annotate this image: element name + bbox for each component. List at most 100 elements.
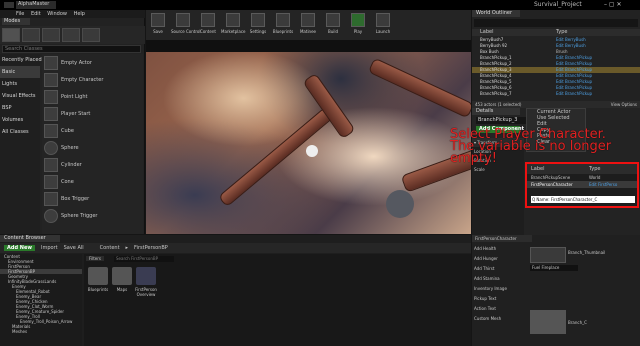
actor-list: Empty Actor Empty Character Point Light … [42,54,143,234]
add-new-button[interactable]: Add New [4,245,35,251]
modes-panel: Modes Search Classes Recently Placed Bas… [0,18,145,234]
label-column-header[interactable]: Label [480,29,556,36]
outliner-tab[interactable]: World Outliner [472,10,520,17]
player-start-icon [44,106,58,121]
breadcrumb-separator: ▸ [125,245,129,251]
empty-actor-icon [44,55,58,70]
class-search-input[interactable]: Search Classes [2,45,141,53]
play-button[interactable]: Play [346,13,370,40]
category-bsp[interactable]: BSP [0,102,40,114]
unreal-logo-icon [4,2,14,8]
breadcrumb-content[interactable]: Content [100,245,120,251]
outliner-search-input[interactable] [474,19,638,27]
content-icon [201,13,215,27]
character-icon [44,72,58,87]
actor-item[interactable]: Player Start [42,105,143,122]
actor-item[interactable]: Cone [42,173,143,190]
launch-button[interactable]: Launch [371,13,395,40]
source-control-icon [176,13,190,27]
category-all-classes[interactable]: All Classes [0,126,40,138]
picker-label-header[interactable]: Label [531,166,589,172]
filters-button[interactable]: Filters [86,256,104,261]
matinee-button[interactable]: Matinee [296,13,320,40]
tree-item[interactable]: Meshes [0,329,82,334]
folder-icon [112,267,132,285]
gear-icon [251,13,265,27]
geometry-mode-icon[interactable] [82,28,100,42]
place-mode-icon[interactable] [2,28,20,42]
level-tab[interactable]: AlphaMaster [16,1,56,9]
content-browser: Content Browser Add New Import Save All … [0,235,471,346]
menu-help[interactable]: Help [74,11,85,17]
menu-bar: File Edit Window Help [0,10,145,18]
actor-item[interactable]: Point Light [42,88,143,105]
picker-header: Label Type [527,164,637,174]
build-icon [326,13,340,27]
save-button[interactable]: Save [146,13,170,40]
view-options-button[interactable]: View Options [611,102,637,107]
point-light-icon [44,89,58,104]
actor-name-field[interactable]: BranchPickup_3 [476,117,526,124]
content-button[interactable]: Content [196,13,220,40]
actor-item[interactable]: Cube [42,122,143,139]
details-tab[interactable]: Details [472,108,520,115]
launch-icon [376,13,390,27]
first-person-character-row[interactable]: FirstPersonCharacter Edit FirstPerso [527,181,637,188]
picker-type-header[interactable]: Type [589,166,600,172]
source-control-button[interactable]: Source Control [171,13,200,40]
custom-mesh-thumbnail[interactable] [530,310,566,334]
menu-edit[interactable]: Edit [31,11,41,17]
type-column-header[interactable]: Type [556,29,567,36]
cylinder-icon [44,157,58,172]
import-button[interactable]: Import [41,245,58,251]
settings-button[interactable]: Settings [246,13,270,40]
sphere-trigger-icon [44,208,58,223]
modes-tab[interactable]: Modes [2,18,30,25]
category-volumes[interactable]: Volumes [0,114,40,126]
content-browser-tab[interactable]: Content Browser [0,235,60,242]
main-toolbar: Save Source Control Content Marketplace … [146,10,471,40]
window-controls[interactable]: – ▢ ✕ [604,1,622,8]
cone-icon [44,174,58,189]
blueprint-property-list: Add Health Add Hunger Add Thirst Add Sta… [474,246,507,321]
menu-file[interactable]: File [16,11,24,17]
outliner-footer: 453 actors (1 selected) View Options [472,101,640,108]
save-icon [151,13,165,27]
category-basic[interactable]: Basic [0,66,40,78]
actor-item[interactable]: Empty Actor [42,54,143,71]
category-visual-effects[interactable]: Visual Effects [0,90,40,102]
outliner-row[interactable]: BranchPickup_7 Edit BranchPickup [472,91,640,97]
landscape-mode-icon[interactable] [42,28,60,42]
inventory-thumbnail[interactable] [530,247,566,263]
custom-mesh-value: Branch_C [568,320,587,325]
marketplace-button[interactable]: Marketplace [221,13,246,40]
actor-item[interactable]: Box Trigger [42,190,143,207]
save-all-button[interactable]: Save All [64,245,84,251]
paint-mode-icon[interactable] [22,28,40,42]
asset-folder[interactable]: Blueprints [87,267,109,292]
actor-item[interactable]: Cylinder [42,156,143,173]
action-text-field[interactable]: Fuel Fireplace [530,265,578,271]
folder-icon [88,267,108,285]
menu-window[interactable]: Window [47,11,67,17]
category-lights[interactable]: Lights [0,78,40,90]
category-recently-placed[interactable]: Recently Placed [0,54,42,66]
breadcrumb-firstpersonbp[interactable]: FirstPersonBP [134,245,168,251]
blueprints-button[interactable]: Blueprints [271,13,295,40]
transform-gizmo-icon[interactable] [306,145,318,157]
actor-item[interactable]: Sphere [42,139,143,156]
asset-map[interactable]: FirstPerson Overview [135,267,157,297]
asset-view: Filters Search FirstPersonBP Blueprints … [84,254,471,346]
viewport-toolbar [146,40,471,52]
actor-picker-highlight: Label Type BranchPickupScene World First… [525,162,639,208]
asset-folder[interactable]: Maps [111,267,133,292]
actor-item[interactable]: Empty Character [42,71,143,88]
asset-search-input[interactable]: Search FirstPersonBP [114,256,174,262]
scale-row: Scale [474,167,485,172]
foliage-mode-icon[interactable] [62,28,80,42]
build-button[interactable]: Build [321,13,345,40]
play-icon [351,13,365,27]
actor-item[interactable]: Sphere Trigger [42,207,143,224]
level-viewport[interactable] [146,40,471,234]
box-trigger-icon [44,191,58,206]
